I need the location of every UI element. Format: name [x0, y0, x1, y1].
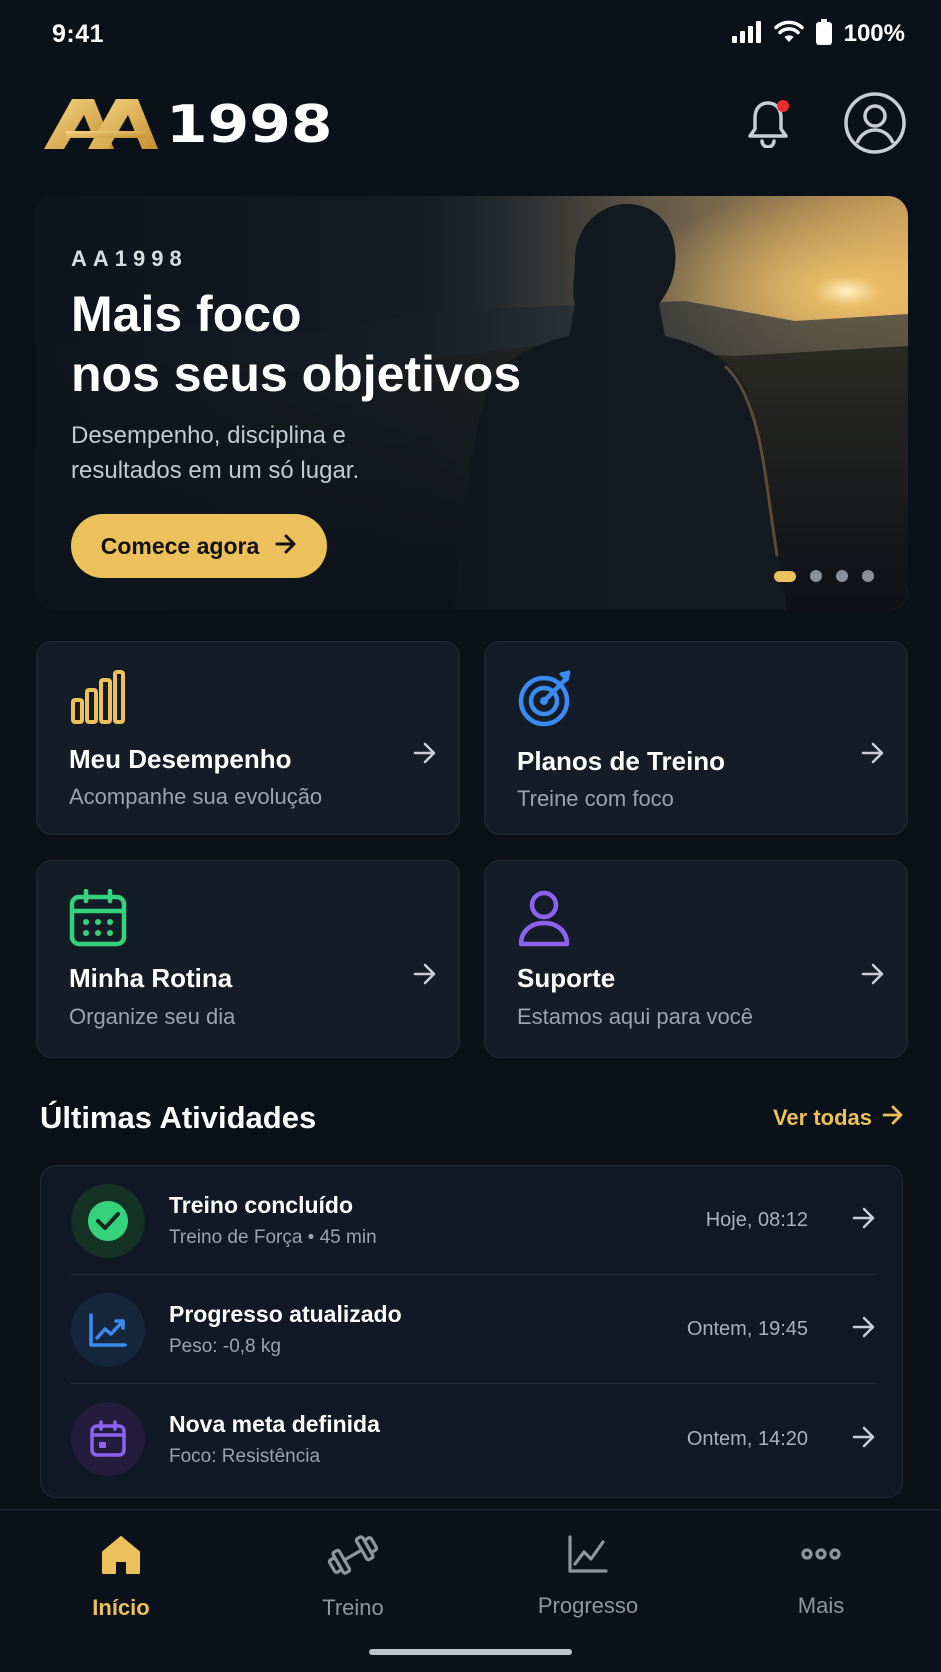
- calendar-icon: [69, 888, 127, 952]
- wifi-icon: [773, 20, 804, 49]
- calendar-icon: [71, 1402, 145, 1476]
- nav-item-home[interactable]: Início: [41, 1534, 201, 1621]
- activities-list: Treino concluído Treino de Força • 45 mi…: [40, 1165, 903, 1498]
- hero-content: AA1998 Mais foco nos seus objetivos Dese…: [71, 246, 591, 578]
- target-icon: [517, 670, 575, 733]
- nav-item-progress[interactable]: Progresso: [508, 1534, 668, 1619]
- arrow-right-icon: [275, 533, 297, 560]
- activity-subtitle: Peso: -0,8 kg: [169, 1336, 281, 1357]
- nav-item-more[interactable]: Mais: [741, 1534, 901, 1619]
- hero-subtitle: Desempenho, disciplina e resultados em u…: [71, 422, 360, 484]
- carousel-dot-4[interactable]: [862, 570, 874, 582]
- bar-chart-icon: [69, 670, 125, 731]
- activity-title: Treino concluído: [169, 1192, 354, 1218]
- card-title: Meu Desempenho: [69, 744, 292, 774]
- arrow-right-icon: [852, 1426, 876, 1453]
- card-training-plans[interactable]: Planos de Treino Treine com foco: [484, 641, 908, 835]
- battery-icon: [815, 18, 832, 50]
- activity-text: Nova meta definida Foco: Resistência: [169, 1411, 687, 1468]
- hero-title: Mais foco nos seus objetivos: [71, 286, 522, 402]
- chart-icon: [567, 1534, 609, 1579]
- nav-label: Treino: [322, 1595, 384, 1620]
- signal-icon: [731, 20, 762, 48]
- card-title: Suporte: [517, 963, 616, 993]
- dumbbell-icon: [327, 1534, 379, 1581]
- activity-item[interactable]: Nova meta definida Foco: Resistência Ont…: [71, 1385, 876, 1493]
- carousel-dot-2[interactable]: [810, 570, 822, 582]
- battery-percentage: 100%: [843, 20, 905, 47]
- activity-text: Treino concluído Treino de Força • 45 mi…: [169, 1192, 706, 1249]
- logo-text: 1998: [166, 95, 333, 155]
- card-title: Minha Rotina: [69, 963, 233, 993]
- status-bar: 9:41 100%: [0, 0, 941, 68]
- card-routine[interactable]: Minha Rotina Organize seu dia: [36, 860, 460, 1058]
- carousel-dot-3[interactable]: [836, 570, 848, 582]
- card-title: Planos de Treino: [517, 746, 726, 776]
- arrow-right-icon: [882, 1105, 904, 1131]
- arrow-right-icon: [861, 963, 885, 990]
- nav-item-training[interactable]: Treino: [273, 1534, 433, 1621]
- nav-label: Mais: [797, 1593, 845, 1618]
- carousel-dot-1[interactable]: [774, 570, 796, 582]
- activity-subtitle: Foco: Resistência: [169, 1445, 321, 1467]
- more-icon: [800, 1534, 842, 1579]
- see-all-label: Ver todas: [772, 1105, 872, 1130]
- home-icon: [100, 1534, 142, 1581]
- home-indicator: [369, 1649, 572, 1655]
- activity-title: Progresso atualizado: [169, 1301, 402, 1327]
- get-started-label: Comece agora: [100, 532, 260, 559]
- hero-brand: AA1998: [71, 246, 188, 271]
- status-time: 9:41: [52, 19, 105, 48]
- check-circle-icon: [71, 1183, 145, 1258]
- activity-text: Progresso atualizado Peso: -0,8 kg: [169, 1301, 687, 1358]
- notifications-button[interactable]: [745, 98, 791, 153]
- trend-chart-icon: [71, 1292, 145, 1367]
- activity-title: Nova meta definida: [169, 1410, 380, 1437]
- logo-mark-icon: [42, 95, 160, 156]
- card-subtitle: Organize seu dia: [69, 1004, 236, 1029]
- activity-time: Ontem, 14:20: [686, 1427, 808, 1450]
- arrow-right-icon: [852, 1207, 876, 1234]
- profile-button[interactable]: [843, 91, 907, 160]
- user-avatar-icon: [843, 91, 907, 160]
- activity-time: Hoje, 08:12: [705, 1209, 808, 1231]
- arrow-right-icon: [861, 742, 885, 769]
- hero-banner[interactable]: AA1998 Mais foco nos seus objetivos Dese…: [35, 196, 908, 610]
- arrow-right-icon: [852, 1316, 876, 1343]
- nav-label: Progresso: [537, 1593, 639, 1618]
- nav-label: Início: [92, 1595, 150, 1620]
- card-support[interactable]: Suporte Estamos aqui para você: [484, 860, 908, 1058]
- see-all-link[interactable]: Ver todas: [773, 1105, 904, 1131]
- activity-time: Ontem, 19:45: [686, 1318, 808, 1340]
- activities-header: Últimas Atividades Ver todas: [40, 1100, 904, 1136]
- user-icon: [517, 889, 571, 952]
- app-header: 1998: [0, 80, 941, 170]
- card-subtitle: Estamos aqui para você: [517, 1004, 754, 1029]
- carousel-indicators: [774, 570, 874, 582]
- arrow-right-icon: [413, 963, 437, 990]
- notification-badge: [777, 99, 789, 112]
- card-performance[interactable]: Meu Desempenho Acompanhe sua evolução: [36, 641, 460, 835]
- app-logo: 1998: [42, 95, 332, 156]
- section-title: Últimas Atividades: [40, 1100, 317, 1135]
- activity-item[interactable]: Progresso atualizado Peso: -0,8 kg Ontem…: [71, 1276, 876, 1384]
- activity-item[interactable]: Treino concluído Treino de Força • 45 mi…: [71, 1167, 876, 1275]
- arrow-right-icon: [413, 742, 437, 769]
- status-indicators: 100%: [731, 18, 905, 50]
- activity-subtitle: Treino de Força • 45 min: [169, 1227, 377, 1248]
- card-subtitle: Acompanhe sua evolução: [69, 784, 323, 809]
- get-started-button[interactable]: Comece agora: [71, 514, 327, 578]
- card-subtitle: Treine com foco: [517, 786, 674, 811]
- header-actions: [745, 91, 907, 160]
- bottom-navigation: Início Treino Progresso Mais: [0, 1509, 941, 1672]
